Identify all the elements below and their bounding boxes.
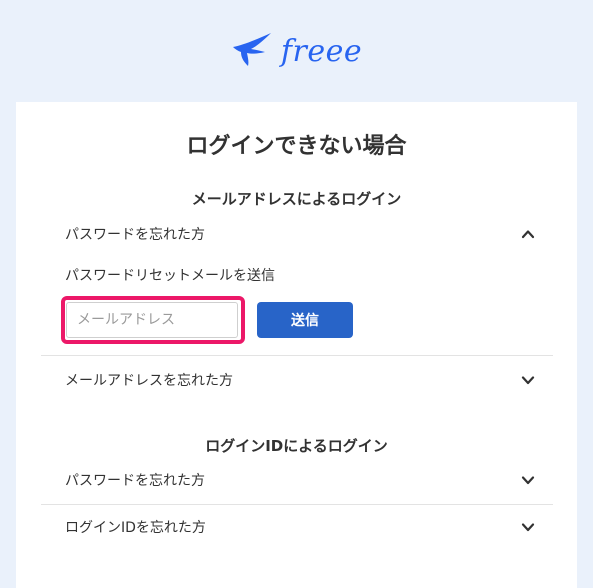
accordion-loginid-forgot-password[interactable]: パスワードを忘れた方 (41, 456, 553, 504)
freee-logo[interactable]: freee (231, 31, 362, 71)
accordion-forgot-email[interactable]: メールアドレスを忘れた方 (41, 356, 553, 404)
chevron-down-icon (517, 369, 539, 391)
accordion-label: ログインIDを忘れた方 (65, 520, 206, 536)
email-input[interactable] (66, 302, 238, 338)
accordion-label: パスワードを忘れた方 (65, 473, 205, 489)
section-heading-email-login: メールアドレスによるログイン (191, 190, 402, 208)
chevron-down-icon (517, 469, 539, 491)
freee-bird-icon (231, 31, 275, 71)
accordion-email-forgot-password[interactable]: パスワードを忘れた方 (41, 210, 553, 258)
chevron-down-icon (517, 516, 539, 538)
page-title: ログインできない場合 (186, 134, 407, 159)
main-card: ログインできない場合 メールアドレスによるログイン パスワードを忘れた方 パスワ… (16, 102, 577, 588)
reset-mail-label: パスワードリセットメールを送信 (65, 268, 275, 284)
send-button[interactable]: 送信 (257, 302, 353, 338)
accordion-forgot-loginid[interactable]: ログインIDを忘れた方 (41, 503, 553, 551)
section-heading-loginid-login: ログインIDによるログイン (205, 437, 388, 455)
accordion-label: メールアドレスを忘れた方 (65, 373, 233, 389)
logo-text: freee (280, 33, 363, 69)
header-logo-area: freee (0, 0, 593, 102)
accordion-label: パスワードを忘れた方 (65, 227, 205, 243)
chevron-up-icon (517, 223, 539, 245)
